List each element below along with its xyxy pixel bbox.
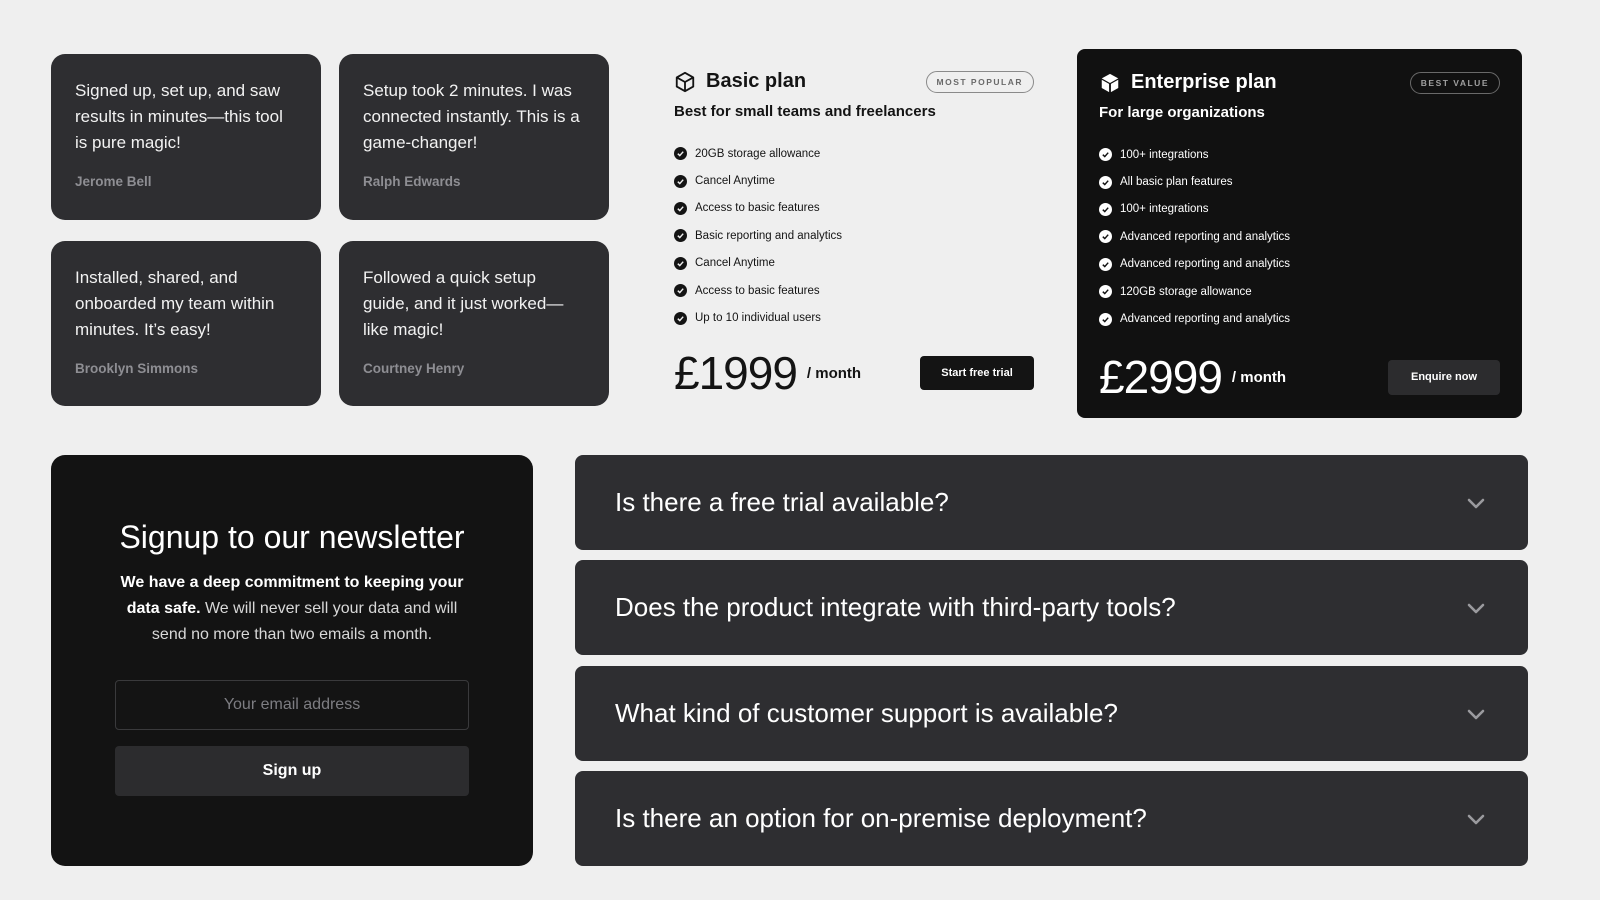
feature-item: Cancel Anytime [674, 250, 1034, 277]
feature-item: 100+ integrations [1099, 196, 1500, 223]
check-icon [674, 229, 687, 243]
check-icon [1099, 312, 1112, 326]
testimonial-card: Followed a quick setup guide, and it jus… [339, 241, 609, 406]
check-icon [674, 284, 687, 298]
plan-price: £1999 [674, 347, 798, 399]
plan-footer: £1999 / month Start free trial [674, 346, 1034, 400]
feature-text: 120GB storage allowance [1120, 285, 1252, 298]
feature-item: Up to 10 individual users [674, 304, 1034, 331]
feature-text: 20GB storage allowance [695, 147, 821, 160]
feature-item: Advanced reporting and analytics [1099, 305, 1500, 332]
check-icon [1099, 202, 1112, 216]
check-icon [1099, 148, 1112, 162]
enquire-now-button[interactable]: Enquire now [1388, 359, 1500, 395]
plan-name: Enterprise plan [1131, 71, 1277, 93]
feature-text: Up to 10 individual users [695, 312, 821, 325]
feature-text: 100+ integrations [1120, 148, 1209, 161]
testimonial-card: Setup took 2 minutes. I was connected in… [339, 54, 609, 220]
chevron-down-icon [1464, 807, 1488, 831]
feature-text: Advanced reporting and analytics [1120, 258, 1291, 271]
feature-text: All basic plan features [1120, 176, 1233, 189]
enterprise-plan-card: Enterprise plan BEST VALUE For large org… [1077, 49, 1522, 418]
plan-period: / month [806, 364, 862, 382]
check-icon [674, 256, 687, 270]
check-icon [674, 174, 687, 188]
plan-header: Enterprise plan BEST VALUE [1099, 71, 1500, 94]
faq-question: What kind of customer support is availab… [615, 698, 1118, 728]
feature-text: 100+ integrations [1120, 203, 1209, 216]
feature-text: Basic reporting and analytics [695, 229, 843, 242]
testimonial-author: Ralph Edwards [363, 174, 461, 189]
plan-name: Basic plan [706, 70, 807, 92]
feature-list: 20GB storage allowance Cancel Anytime Ac… [674, 140, 1034, 332]
feature-item: 20GB storage allowance [674, 140, 1034, 167]
faq-item[interactable]: What kind of customer support is availab… [575, 666, 1528, 761]
testimonial-quote: Followed a quick setup guide, and it jus… [363, 268, 564, 339]
feature-text: Cancel Anytime [695, 175, 775, 188]
feature-text: Advanced reporting and analytics [1120, 230, 1291, 243]
newsletter-title: Signup to our newsletter [119, 519, 465, 555]
check-icon [1099, 285, 1112, 299]
faq-question: Is there an option for on-premise deploy… [615, 803, 1147, 833]
feature-item: 100+ integrations [1099, 141, 1500, 168]
check-icon [674, 147, 687, 161]
testimonial-card: Signed up, set up, and saw results in mi… [51, 54, 321, 220]
plan-badge: BEST VALUE [1409, 71, 1500, 94]
cube-filled-icon [1099, 72, 1121, 94]
feature-text: Cancel Anytime [695, 257, 775, 270]
feature-item: Basic reporting and analytics [674, 222, 1034, 249]
feature-text: Access to basic features [695, 202, 820, 215]
check-icon [674, 201, 687, 215]
check-icon [674, 311, 687, 325]
testimonial-quote: Setup took 2 minutes. I was connected in… [363, 81, 580, 152]
plan-footer: £2999 / month Enquire now [1099, 350, 1500, 404]
feature-item: Access to basic features [674, 195, 1034, 222]
sign-up-button[interactable]: Sign up [115, 746, 469, 796]
testimonial-author: Brooklyn Simmons [75, 361, 199, 376]
faq-question: Is there a free trial available? [615, 487, 949, 517]
plan-header: Basic plan MOST POPULAR [674, 70, 1034, 93]
feature-item: All basic plan features [1099, 168, 1500, 195]
newsletter-description: We have a deep commitment to keeping you… [112, 570, 472, 648]
plan-subtitle: Best for small teams and freelancers [674, 103, 936, 120]
feature-text: Access to basic features [695, 284, 820, 297]
feature-item: Cancel Anytime [674, 167, 1034, 194]
feature-item: Advanced reporting and analytics [1099, 251, 1500, 278]
basic-plan-card: Basic plan MOST POPULAR Best for small t… [652, 50, 1056, 416]
testimonial-quote: Installed, shared, and onboarded my team… [75, 268, 275, 339]
plan-subtitle: For large organizations [1099, 104, 1265, 121]
check-icon [1099, 257, 1112, 271]
testimonial-author: Jerome Bell [75, 174, 152, 189]
plan-badge: MOST POPULAR [925, 70, 1034, 93]
faq-item[interactable]: Does the product integrate with third-pa… [575, 560, 1528, 655]
feature-item: Advanced reporting and analytics [1099, 223, 1500, 250]
testimonial-author: Courtney Henry [363, 361, 465, 376]
chevron-down-icon [1464, 491, 1488, 515]
newsletter-panel: Signup to our newsletter We have a deep … [51, 455, 533, 866]
check-icon [1099, 175, 1112, 189]
plan-price: £2999 [1099, 351, 1223, 403]
faq-item[interactable]: Is there a free trial available? [575, 455, 1528, 550]
testimonial-quote: Signed up, set up, and saw results in mi… [75, 81, 283, 152]
plan-period: / month [1231, 368, 1287, 386]
email-input[interactable] [115, 680, 469, 730]
start-free-trial-button[interactable]: Start free trial [920, 356, 1034, 390]
testimonial-card: Installed, shared, and onboarded my team… [51, 241, 321, 406]
feature-item: 120GB storage allowance [1099, 278, 1500, 305]
check-icon [1099, 230, 1112, 244]
feature-item: Access to basic features [674, 277, 1034, 304]
cube-outline-icon [674, 71, 696, 93]
feature-list: 100+ integrations All basic plan feature… [1099, 141, 1500, 333]
faq-item[interactable]: Is there an option for on-premise deploy… [575, 771, 1528, 866]
faq-question: Does the product integrate with third-pa… [615, 592, 1176, 622]
chevron-down-icon [1464, 702, 1488, 726]
chevron-down-icon [1464, 596, 1488, 620]
feature-text: Advanced reporting and analytics [1120, 313, 1291, 326]
